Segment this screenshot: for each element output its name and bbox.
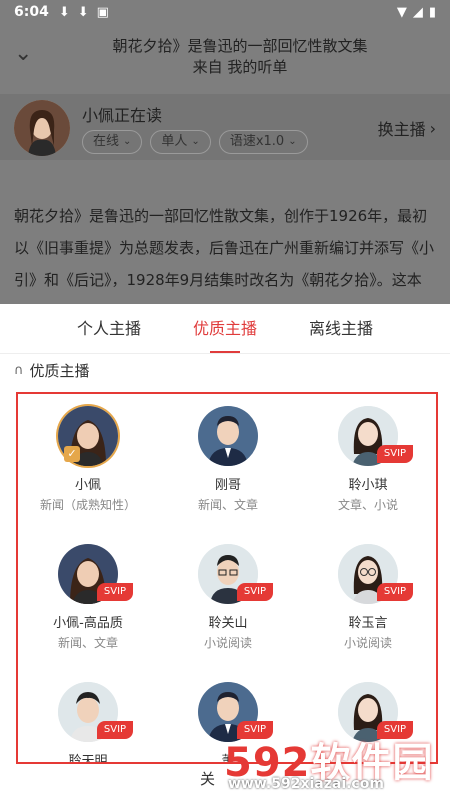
anchor-name: 聆关山 (208, 616, 248, 631)
anchor-card[interactable]: 刚哥 新闻、文章 (158, 406, 298, 513)
book-title-line1: 朝花夕拾》是鲁迅的一部回忆性散文集 (112, 37, 368, 55)
tab-quality-anchor[interactable]: 优质主播 (167, 304, 283, 353)
book-intro: 朝花夕拾》是鲁迅的一部回忆性散文集，创作于1926年，最初以《旧事重提》为总题发… (14, 207, 435, 289)
clock: 6:04 (14, 4, 49, 20)
status-bar: 6:04 ⬇ ⬇ ▣ ▼ ◢ ▮ (0, 0, 450, 24)
selected-check-icon: ✓ (64, 446, 80, 462)
anchor-picker-sheet: 个人主播 优质主播 离线主播 ∩ 优质主播 ✓ 小佩新闻（成熟知性） 刚哥新闻、文章… (0, 304, 450, 800)
app-icon: ▣ (96, 4, 109, 20)
svip-badge: SVIP (97, 583, 133, 601)
tab-personal-anchor[interactable]: 个人主播 (51, 304, 167, 353)
anchor-name: 小佩 (74, 478, 101, 493)
anchor-grid: ✓ 小佩新闻（成熟知性） 刚哥新闻、文章 SVIP 聆小琪文章、小说 SVIP 小佩-高品质… (16, 392, 438, 764)
svip-badge: SVIP (377, 445, 413, 463)
anchor-description: 新闻（成熟知性） (39, 498, 136, 512)
svip-badge: SVIP (97, 721, 133, 739)
avatar (198, 406, 258, 466)
headphones-icon: ∩ (14, 363, 24, 378)
pill-label: 在线 (93, 134, 120, 149)
download-icon: ⬇ (77, 4, 89, 20)
book-title: 朝花夕拾》是鲁迅的一部回忆性散文集 来自 我的听单 (70, 36, 410, 78)
svip-badge: SVIP (377, 583, 413, 601)
anchor-tabs: 个人主播 优质主播 离线主播 (0, 304, 450, 354)
chevron-down-icon: ⌄ (288, 136, 297, 147)
mode-online-dropdown[interactable]: 在线 ⌄ (82, 130, 143, 154)
download-icon: ⬇ (58, 4, 70, 20)
close-button[interactable]: 关 (200, 768, 215, 789)
speed-dropdown[interactable]: 语速x1.0 ⌄ (218, 130, 308, 154)
svip-badge: SVIP (237, 583, 273, 601)
anchor-name: 小佩-高品质 (53, 616, 123, 631)
anchor-card[interactable]: SVIP 聆小琪文章、小说 (298, 406, 436, 513)
anchor-description: 文章、小说 (337, 498, 398, 512)
reader-header: ⌄ 朝花夕拾》是鲁迅的一部回忆性散文集 来自 我的听单 (0, 24, 450, 88)
option-pills: 在线 ⌄ 单人 ⌄ 语速x1.0 ⌄ (82, 130, 308, 154)
chevron-right-icon: › (429, 118, 436, 138)
anchor-card[interactable]: SVIP 聆关山小说阅读 (158, 544, 298, 651)
battery-icon: ▮ (428, 4, 436, 20)
anchor-name: 聆小琪 (348, 478, 388, 493)
anchor-name: 刚哥 (214, 478, 241, 493)
anchor-description: 小说阅读 (343, 636, 392, 650)
anchor-name: 聆玉言 (348, 616, 388, 631)
wifi-icon: ▼ (396, 4, 407, 20)
watermark-url: www.592xiazai.com (228, 776, 384, 792)
collapse-chevron-icon[interactable]: ⌄ (14, 42, 38, 66)
pill-label: 单人 (161, 134, 188, 149)
chevron-down-icon: ⌄ (191, 136, 200, 147)
anchor-description: 新闻、文章 (57, 636, 118, 650)
section-title-label: 优质主播 (29, 362, 90, 380)
avatar (14, 100, 70, 156)
watermark: 592软件园 www.592xiazai.com (224, 730, 444, 796)
anchor-card[interactable]: ✓ 小佩新闻（成熟知性） (18, 406, 158, 513)
anchor-name: 聆天明 (68, 754, 108, 764)
anchor-card[interactable]: SVIP 聆天明 (18, 682, 158, 764)
chevron-down-icon: ⌄ (123, 136, 132, 147)
anchor-description: 新闻、文章 (197, 498, 258, 512)
anchor-card[interactable]: SVIP 小佩-高品质 新闻、文章 (18, 544, 158, 651)
section-title: ∩ 优质主播 (14, 360, 90, 381)
switch-anchor-button[interactable]: 换主播 › (378, 116, 436, 140)
anchor-description: 小说阅读 (203, 636, 252, 650)
current-anchor-card: 小佩正在读 在线 ⌄ 单人 ⌄ 语速x1.0 ⌄ 换主播 › (0, 94, 450, 160)
reading-status: 小佩正在读 (82, 106, 163, 125)
signal-icon: ◢ (412, 4, 423, 20)
switch-anchor-label: 换主播 (377, 120, 426, 139)
anchor-card[interactable]: SVIP 聆玉言小说阅读 (298, 544, 436, 651)
pill-label: 语速x1.0 (229, 134, 285, 149)
voice-count-dropdown[interactable]: 单人 ⌄ (150, 130, 211, 154)
book-source: 来自 我的听单 (192, 58, 288, 76)
tab-offline-anchor[interactable]: 离线主播 (283, 304, 399, 353)
